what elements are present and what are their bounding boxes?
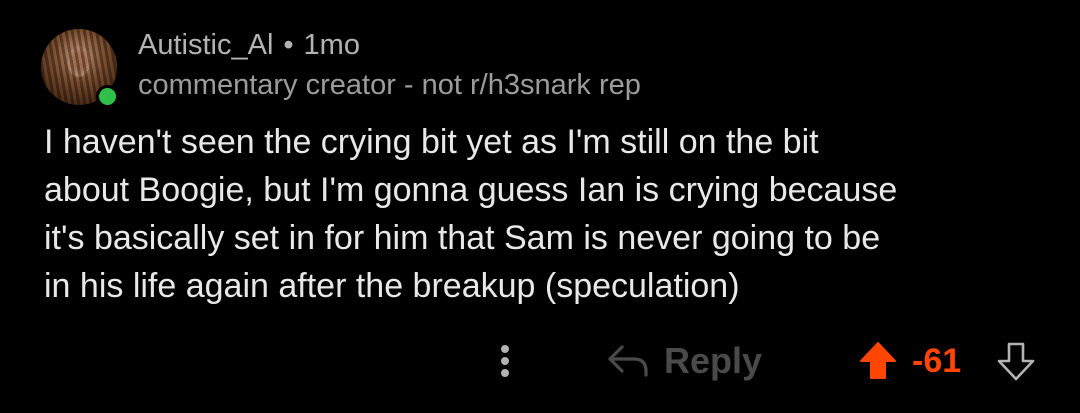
more-options-button[interactable] bbox=[490, 340, 520, 382]
author-username[interactable]: Autistic_Al bbox=[138, 29, 273, 62]
comment-age: 1mo bbox=[303, 28, 360, 61]
user-flair: commentary creator - not r/h3snark rep bbox=[138, 69, 641, 101]
reply-arrow-icon bbox=[608, 345, 648, 377]
upvote-arrow-icon bbox=[860, 342, 896, 379]
meta-separator: • bbox=[283, 28, 294, 61]
reply-label: Reply bbox=[664, 340, 763, 381]
vertical-dots-icon bbox=[501, 345, 509, 377]
comment-actions-bar: Reply -61 bbox=[0, 336, 1080, 386]
downvote-button[interactable] bbox=[996, 340, 1036, 382]
vote-score: -61 bbox=[912, 342, 962, 380]
comment-body: I haven't seen the crying bit yet as I'm… bbox=[44, 118, 1054, 310]
comment-meta: Autistic_Al • 1mo bbox=[138, 27, 360, 63]
author-avatar-container[interactable] bbox=[41, 29, 119, 108]
reply-button[interactable]: Reply bbox=[606, 338, 762, 384]
comment-body-line: I haven't seen the crying bit yet as I'm… bbox=[44, 123, 819, 161]
comment-body-line: about Boogie, but I'm gonna guess Ian is… bbox=[44, 171, 898, 209]
comment-card: Autistic_Al • 1mo commentary creator - n… bbox=[0, 0, 1080, 413]
upvote-button[interactable] bbox=[858, 340, 898, 382]
comment-body-line: it's basically set in for him that Sam i… bbox=[44, 219, 881, 257]
downvote-arrow-icon bbox=[997, 342, 1035, 381]
online-status-indicator bbox=[96, 85, 119, 108]
comment-body-line: in his life again after the breakup (spe… bbox=[44, 267, 740, 305]
